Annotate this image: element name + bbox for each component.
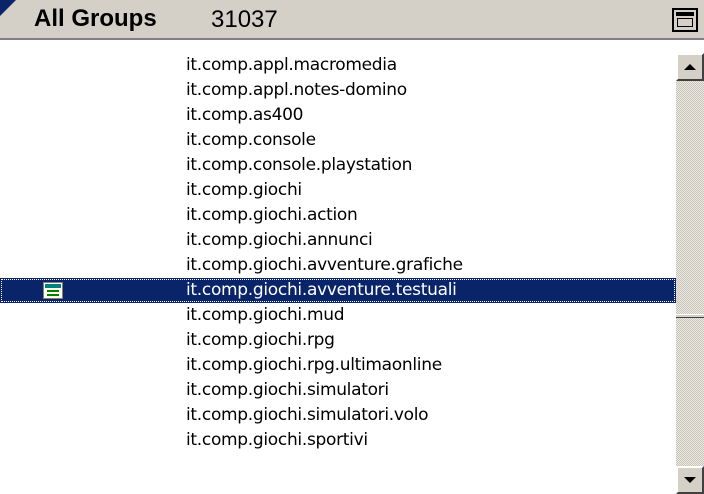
list-item-label: it.comp.giochi.simulatori.volo xyxy=(186,405,429,425)
maximize-icon[interactable] xyxy=(672,8,698,32)
list-item[interactable]: it.comp.giochi.rpg xyxy=(0,328,676,353)
list-item-label: it.comp.as400 xyxy=(186,105,304,125)
newsgroup-list-window: All Groups 31037 it.comp.appl.macromedia… xyxy=(0,0,704,494)
list-item[interactable]: it.comp.giochi.avventure.grafiche xyxy=(0,253,676,278)
list-item[interactable]: it.comp.appl.macromedia xyxy=(0,53,676,78)
list-item-label: it.comp.giochi.avventure.testuali xyxy=(186,280,457,300)
scroll-thumb[interactable] xyxy=(676,314,704,318)
list-item[interactable]: it.comp.giochi.sportivi xyxy=(0,428,676,453)
list-item[interactable]: it.comp.giochi.action xyxy=(0,203,676,228)
newsgroup-subscribed-icon xyxy=(43,282,63,299)
list-item-label: it.comp.console.playstation xyxy=(186,155,413,175)
list-item[interactable]: it.comp.giochi.mud xyxy=(0,303,676,328)
list-item-label: it.comp.appl.notes-domino xyxy=(186,80,407,100)
corner-triangle-icon xyxy=(0,0,16,16)
list-item[interactable]: it.comp.giochi.simulatori.volo xyxy=(0,403,676,428)
list-item-label: it.comp.giochi.annunci xyxy=(186,230,373,250)
list-item[interactable]: it.comp.as400 xyxy=(0,103,676,128)
group-list-header: All Groups 31037 xyxy=(0,0,704,40)
list-item-label: it.comp.giochi.sportivi xyxy=(186,430,368,450)
list-item-label: it.comp.giochi.action xyxy=(186,205,358,225)
list-item[interactable]: it.comp.giochi.avventure.testuali xyxy=(0,278,676,303)
scroll-down-button[interactable] xyxy=(676,466,704,494)
list-item-label: it.comp.giochi.rpg xyxy=(186,330,335,350)
header-title: All Groups xyxy=(34,5,157,32)
list-item[interactable]: it.comp.giochi.simulatori xyxy=(0,378,676,403)
list-item[interactable]: it.comp.appl.notes-domino xyxy=(0,78,676,103)
list-item-label: it.comp.giochi.rpg.ultimaonline xyxy=(186,355,442,375)
newsgroup-list[interactable]: it.comp.appl.macromedia it.comp.appl.note… xyxy=(0,53,676,494)
scroll-up-button[interactable] xyxy=(676,53,704,81)
list-item[interactable]: it.comp.giochi xyxy=(0,178,676,203)
list-item[interactable]: it.comp.console xyxy=(0,128,676,153)
group-count: 31037 xyxy=(211,6,278,33)
arrow-down-icon xyxy=(684,477,696,483)
list-item-label: it.comp.giochi.simulatori xyxy=(186,380,389,400)
list-item[interactable]: it.comp.giochi.rpg.ultimaonline xyxy=(0,353,676,378)
list-item-label: it.comp.giochi xyxy=(186,180,302,200)
vertical-scrollbar[interactable] xyxy=(676,53,704,494)
list-item-label: it.comp.console xyxy=(186,130,316,150)
list-item-label: it.comp.appl.macromedia xyxy=(186,55,397,75)
arrow-up-icon xyxy=(684,64,696,70)
list-item-label: it.comp.giochi.avventure.grafiche xyxy=(186,255,463,275)
list-item[interactable]: it.comp.console.playstation xyxy=(0,153,676,178)
list-item[interactable]: it.comp.giochi.annunci xyxy=(0,228,676,253)
list-item-label: it.comp.giochi.mud xyxy=(186,305,345,325)
